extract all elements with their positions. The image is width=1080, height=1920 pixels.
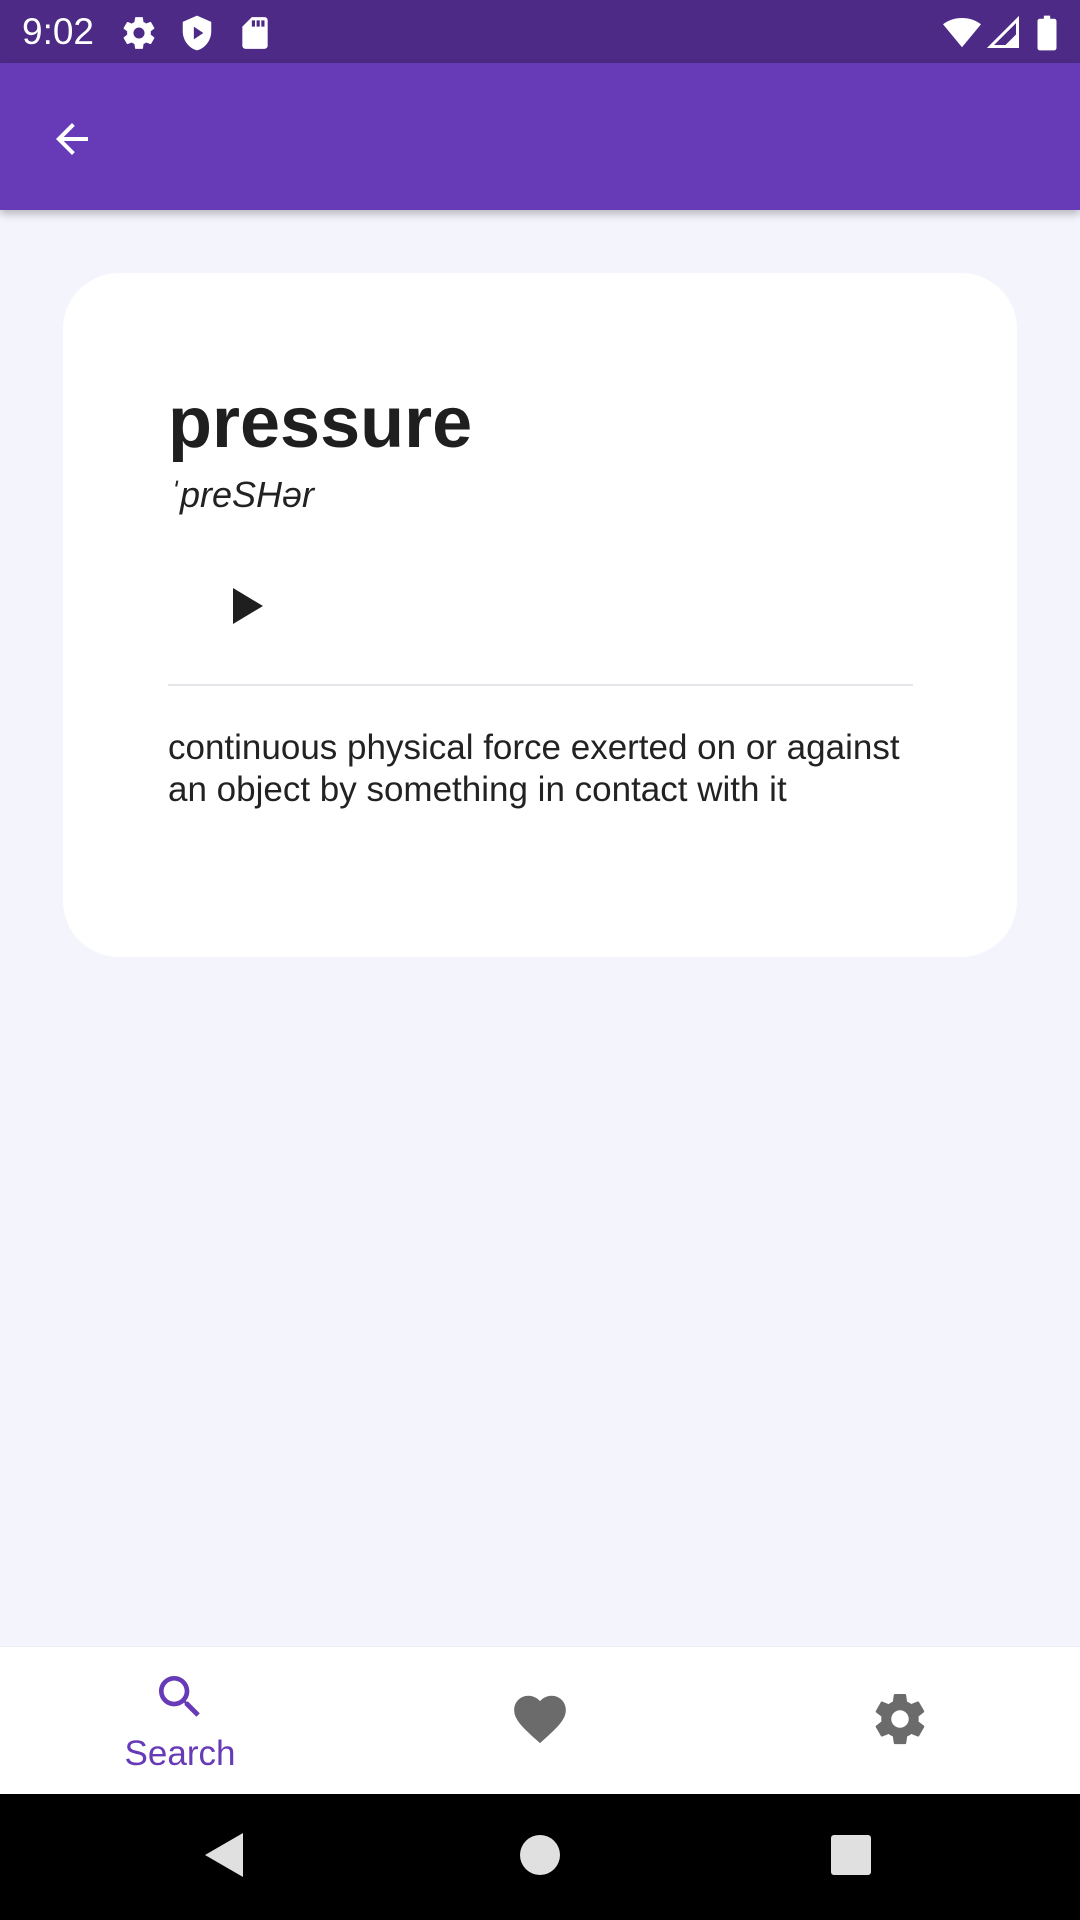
word-phonetic: ˈpreSHər [168,474,315,515]
sd-card-icon [236,14,274,57]
gear-icon [870,1689,930,1754]
system-back-button[interactable] [190,1822,260,1892]
app-bar [0,63,1080,210]
back-triangle-icon [203,1831,247,1884]
system-home-button[interactable] [505,1822,575,1892]
settings-icon [120,14,158,57]
home-circle-icon [518,1833,562,1882]
recents-square-icon [830,1834,872,1881]
play-icon [231,586,265,631]
word-title: pressure [168,383,473,463]
card-divider [168,684,913,686]
play-pronunciation-button[interactable] [203,563,293,653]
battery-icon [1036,14,1058,57]
word-card: pressure ˈpreSHər continuous physical fo… [63,273,1017,957]
search-icon [152,1669,208,1730]
cellular-signal-icon [986,14,1022,57]
shield-icon [178,14,216,57]
word-definition: continuous physical force exerted on or … [168,728,900,809]
bottom-navigation: Search [0,1646,1080,1794]
heart-icon [509,1688,571,1755]
status-bar: 9:02 [0,0,1080,63]
nav-label-search: Search [124,1733,236,1773]
system-navigation-bar [0,1794,1080,1920]
status-time: 9:02 [22,11,95,52]
screen: 9:02 pressure ˈpreSHər continuous physic… [0,0,1080,1920]
arrow-back-icon [48,115,96,168]
nav-item-settings[interactable] [720,1647,1080,1795]
nav-item-favorites[interactable] [360,1647,720,1795]
nav-item-search[interactable]: Search [0,1647,360,1795]
wifi-icon [942,14,982,57]
back-button[interactable] [34,103,110,179]
system-recents-button[interactable] [816,1822,886,1892]
